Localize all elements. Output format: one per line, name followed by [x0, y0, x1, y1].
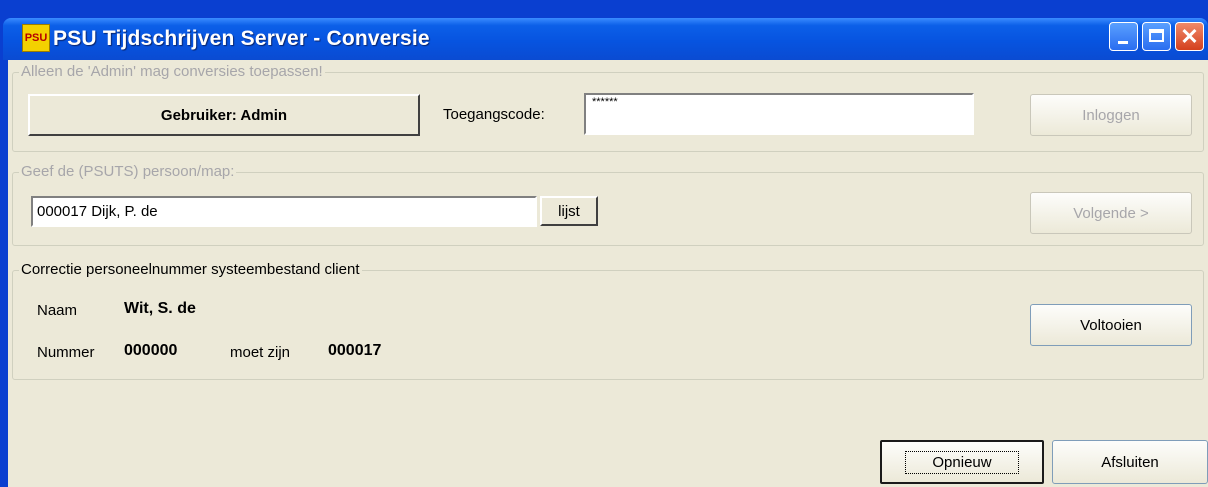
close-button-label: Afsluiten: [1101, 453, 1159, 471]
close-button[interactable]: Afsluiten: [1052, 440, 1208, 484]
app-logo-icon: PSU: [22, 24, 50, 52]
login-group-label: Alleen de 'Admin' mag conversies toepass…: [19, 63, 325, 80]
restart-button-label: Opnieuw: [905, 450, 1019, 474]
number-label: Nummer: [37, 344, 95, 361]
maximize-icon: [1149, 29, 1164, 42]
name-label: Naam: [37, 302, 78, 319]
title-bar[interactable]: PSU PSU Tijdschrijven Server - Conversie…: [3, 18, 1208, 60]
access-code-label: Toegangscode:: [443, 106, 545, 123]
list-button[interactable]: lijst: [540, 196, 598, 226]
should-be-label: moet zijn: [230, 344, 291, 361]
number-value: 000000: [124, 342, 178, 359]
complete-button-label: Voltooien: [1080, 316, 1142, 334]
correction-group: Correctie personeelnummer systeembestand…: [12, 261, 1204, 380]
login-button-label: Inloggen: [1082, 106, 1140, 124]
application-window: PSU PSU Tijdschrijven Server - Conversie…: [0, 0, 1208, 487]
access-code-field[interactable]: ******: [584, 93, 974, 135]
list-button-label: lijst: [558, 202, 580, 220]
next-button[interactable]: Volgende >: [1030, 192, 1192, 234]
correction-group-label: Correctie personeelnummer systeembestand…: [19, 261, 362, 278]
maximize-button[interactable]: [1142, 22, 1171, 51]
complete-button[interactable]: Voltooien: [1030, 304, 1192, 346]
minimize-icon: [1118, 41, 1128, 44]
dialog-body: Alleen de 'Admin' mag conversies toepass…: [8, 60, 1208, 487]
user-display: Gebruiker: Admin: [28, 94, 420, 136]
should-be-value: 000017: [328, 342, 382, 359]
next-button-label: Volgende >: [1073, 204, 1149, 222]
user-label: Gebruiker: Admin: [160, 106, 288, 124]
person-group-label: Geef de (PSUTS) persoon/map:: [19, 163, 237, 180]
access-code-value: ******: [592, 96, 618, 108]
close-icon: ✕: [1180, 24, 1199, 49]
person-field[interactable]: 000017 Dijk, P. de: [31, 196, 537, 227]
login-button[interactable]: Inloggen: [1030, 94, 1192, 136]
close-window-button[interactable]: ✕: [1175, 22, 1204, 51]
minimize-button[interactable]: [1109, 22, 1138, 51]
person-value: 000017 Dijk, P. de: [37, 203, 158, 220]
window-title: PSU Tijdschrijven Server - Conversie: [53, 27, 430, 50]
restart-button[interactable]: Opnieuw: [880, 440, 1044, 484]
name-value: Wit, S. de: [124, 300, 196, 317]
